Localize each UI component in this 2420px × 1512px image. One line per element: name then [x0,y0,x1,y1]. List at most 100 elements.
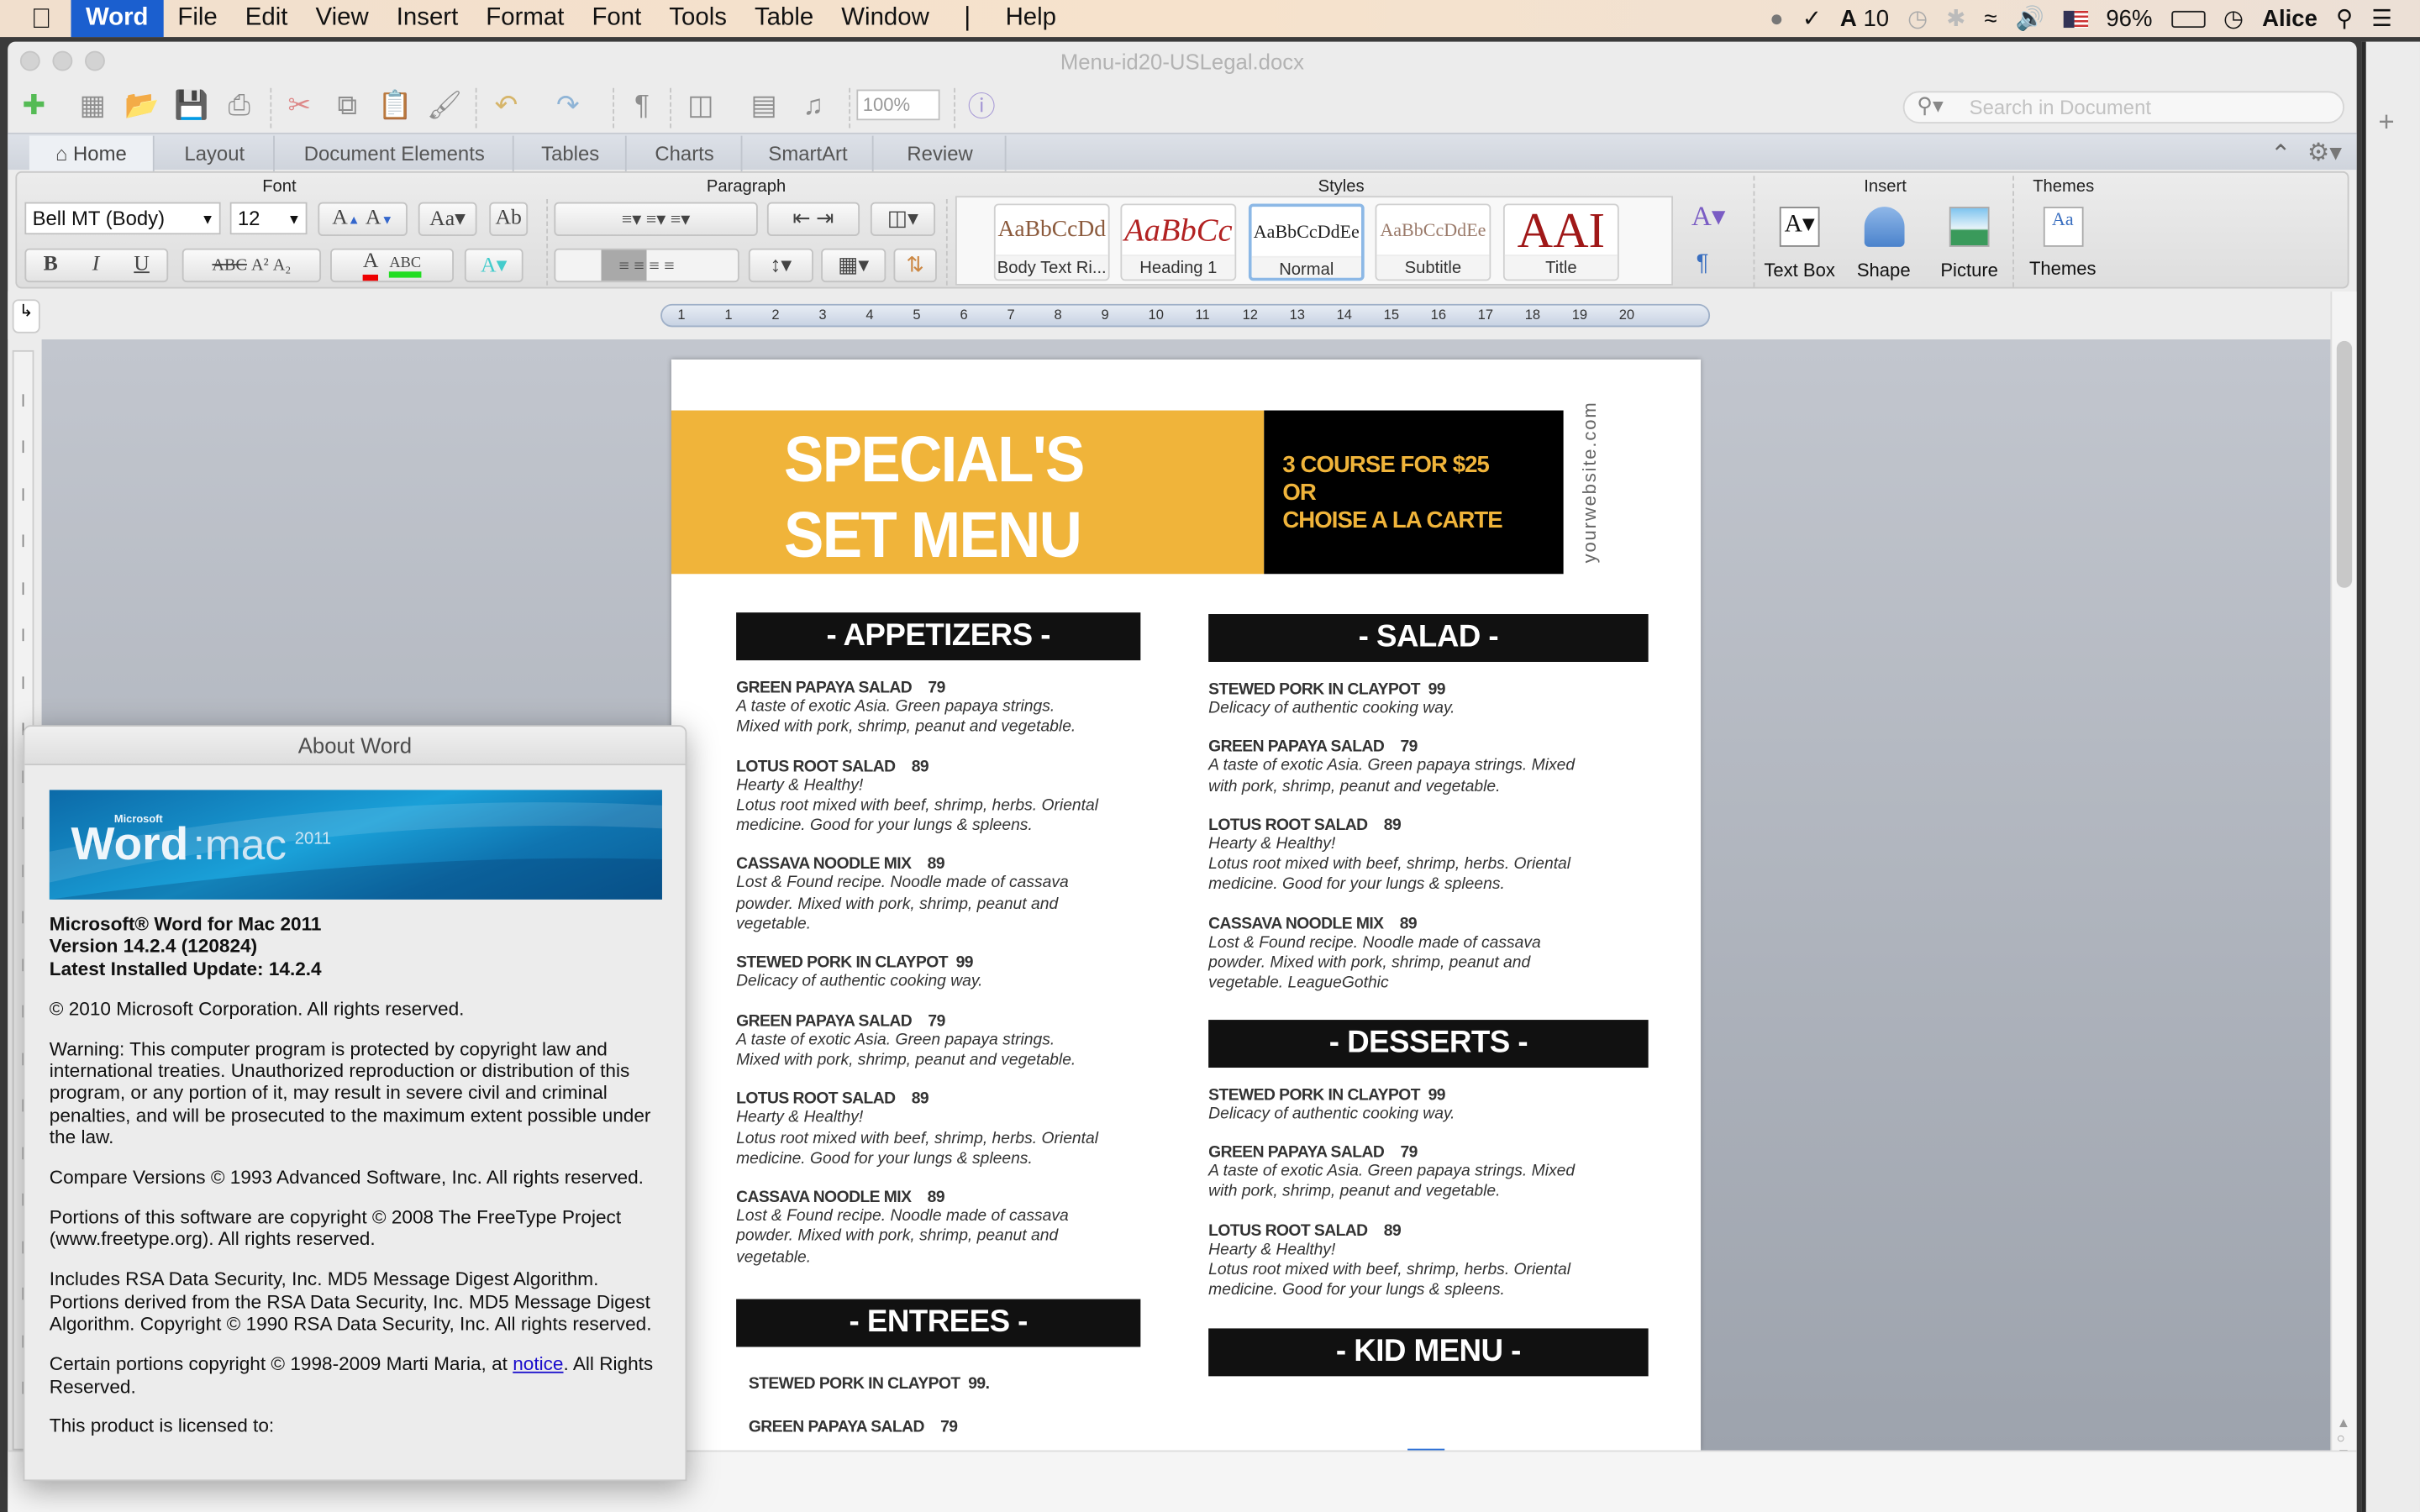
media-browser-icon[interactable]: ♫ [793,85,834,125]
format-painter-icon[interactable]: 🖌 [424,85,465,125]
font-color-highlight[interactable]: A ABC [330,248,454,283]
save-icon[interactable]: 💾 [171,85,212,125]
line-spacing-button[interactable]: ↕▾ [748,248,813,283]
us-flag-icon[interactable] [2062,9,2088,28]
bluetooth-icon[interactable]: ✱ [1946,5,1965,33]
tab-home[interactable]: ⌂ Home [29,135,155,171]
font-size-grow-shrink[interactable]: A ▲ A ▼ [318,202,408,237]
time-machine-icon[interactable]: ◷ [1907,5,1928,33]
menu-tools[interactable]: Tools [655,0,741,37]
font-name-select[interactable]: Bell MT (Body) ▼ [24,202,221,235]
menu-insert[interactable]: Insert [382,0,472,37]
tab-smartart[interactable]: SmartArt [744,135,874,171]
help-icon[interactable]: ⓘ [961,85,1002,125]
menu-section: - SALAD - STEWED PORK IN CLAYPOT 99 Delica… [1208,614,1649,995]
strike-super-sub[interactable]: ABC A² A₂ [182,248,322,283]
tab-document-elements[interactable]: Document Elements [276,135,514,171]
apple-icon[interactable]:  [0,0,71,37]
tab-review[interactable]: Review [875,135,1007,171]
styles-pane-icon[interactable]: ¶ [1697,250,1709,276]
text-effects-button[interactable]: A▾ [464,248,523,283]
italic-icon[interactable]: I [92,253,100,277]
task-check-icon[interactable]: ✓ [1802,5,1822,33]
menu-edit[interactable]: Edit [231,0,302,37]
underline-icon[interactable]: U [134,253,150,277]
evernote-icon[interactable]: ● [1770,5,1784,31]
menu-app-word[interactable]: Word [70,0,164,38]
sidebar-icon[interactable]: ◫ [681,85,721,125]
open-icon[interactable]: 📂 [122,85,162,125]
cut-icon[interactable]: ✂ [279,85,319,125]
show-formatting-icon[interactable]: ¶ [622,85,662,125]
highlight-icon[interactable]: ABC [389,254,422,277]
redo-icon[interactable]: ↷ [548,85,588,125]
notice-link[interactable]: notice [513,1353,563,1375]
volume-icon[interactable]: 🔊 [2016,5,2044,33]
bold-icon[interactable]: B [44,253,58,277]
print-icon[interactable]: ⎙ [219,85,260,125]
tab-charts[interactable]: Charts [629,135,743,171]
horizontal-ruler[interactable]: 1 1 2 3 4 5 6 7 8 9 10 11 12 13 14 15 16 17 18 19 20 [660,303,1711,328]
menu-window[interactable]: Window [828,0,944,37]
menu-item: LOTUS ROOT SALAD 89 Hearty & Healthy! Lot… [736,1089,1140,1169]
menu-help[interactable]: Help [992,0,1071,37]
ribbon-settings-icon[interactable]: ⚙▾ [2307,137,2342,168]
ruler-tick-label: 5 [913,307,921,323]
gallery-icon[interactable]: ▦ [72,85,113,125]
search-input[interactable]: Search in Document [1902,91,2344,123]
insert-shape[interactable]: Shape [1849,207,1918,281]
style-normal[interactable]: AaBbCcDdEe Normal [1248,203,1365,281]
zoom-select[interactable]: 100% [856,89,940,121]
notification-center-icon[interactable]: ☰ [2371,5,2392,33]
menu-file[interactable]: File [164,0,231,37]
font-size-select[interactable]: 12 ▼ [229,202,308,235]
script-menu-icon[interactable]: ❘ [943,0,992,37]
font-color-icon[interactable]: A [362,250,379,281]
user-name[interactable]: Alice [2262,5,2317,31]
sort-button[interactable]: ⇅ [893,248,937,283]
style-heading-1[interactable]: AaBbCc Heading 1 [1120,203,1237,281]
style-title[interactable]: AAI Title [1502,203,1619,281]
menu-format[interactable]: Format [472,0,578,37]
document-page[interactable]: SPECIAL'S SET MENU 3 COURSE FOR $25 OR C… [671,359,1702,1451]
view-icon[interactable]: ▤ [744,85,784,125]
manage-styles-icon[interactable]: A▾ [1691,201,1725,234]
battery-percent[interactable]: 96% [2106,5,2152,31]
columns-button[interactable]: ◫▾ [870,202,936,237]
alignment-buttons[interactable]: ≡ ≡ ≡ ≡ [554,248,739,283]
wifi-icon[interactable]: ≈ [1984,5,1996,31]
collapse-ribbon-icon[interactable]: ⌃ [2270,139,2291,170]
tab-layout[interactable]: Layout [156,135,275,171]
paste-icon[interactable]: 📋 [375,85,415,125]
search-icon[interactable]: ⚲▾ [1917,92,1944,118]
list-buttons[interactable]: ≡▾ ≡▾ ≡▾ [554,202,758,237]
tab-stop-selector[interactable]: ↳ [12,299,40,333]
menu-view[interactable]: View [302,0,382,37]
style-body-text[interactable]: AaBbCcDd Body Text Ri... [993,203,1110,281]
style-subtitle[interactable]: AaBbCcDdEe Subtitle [1375,203,1491,281]
vertical-scrollbar[interactable]: ▲○▼ [2330,291,2357,1461]
adobe-icon[interactable]: A 10 [1840,5,1889,31]
strikethrough-icon[interactable]: ABC [212,256,247,275]
clock-icon[interactable]: ◷ [2223,5,2244,33]
bold-italic-underline[interactable]: BIU [24,248,169,283]
plus-icon[interactable]: + [2378,107,2394,139]
menu-font[interactable]: Font [578,0,655,37]
indent-buttons[interactable]: ⇤ ⇥ [766,202,860,237]
change-case-button[interactable]: Aa▾ [418,202,477,237]
borders-button[interactable]: ▦▾ [821,248,886,283]
copy-icon[interactable]: ⧉ [327,85,367,125]
insert-picture[interactable]: Picture [1931,207,2008,281]
new-document-icon[interactable]: ✚ [14,85,55,125]
tab-tables[interactable]: Tables [515,135,627,171]
undo-icon[interactable]: ↶ [487,85,527,125]
menu-table[interactable]: Table [740,0,827,37]
menu-item-description: Hearty & Healthy! Lotus root mixed with … [1208,834,1571,895]
clear-formatting-button[interactable]: Ab [489,202,529,237]
spotlight-icon[interactable]: ⚲ [2336,5,2353,33]
ruler-tick-label: 16 [1430,307,1447,323]
scrollbar-thumb[interactable] [2336,340,2353,588]
battery-icon[interactable] [2170,9,2205,28]
insert-text-box[interactable]: A▾ Text Box [1761,207,1839,281]
themes-button[interactable]: Aa Themes [2020,207,2105,279]
